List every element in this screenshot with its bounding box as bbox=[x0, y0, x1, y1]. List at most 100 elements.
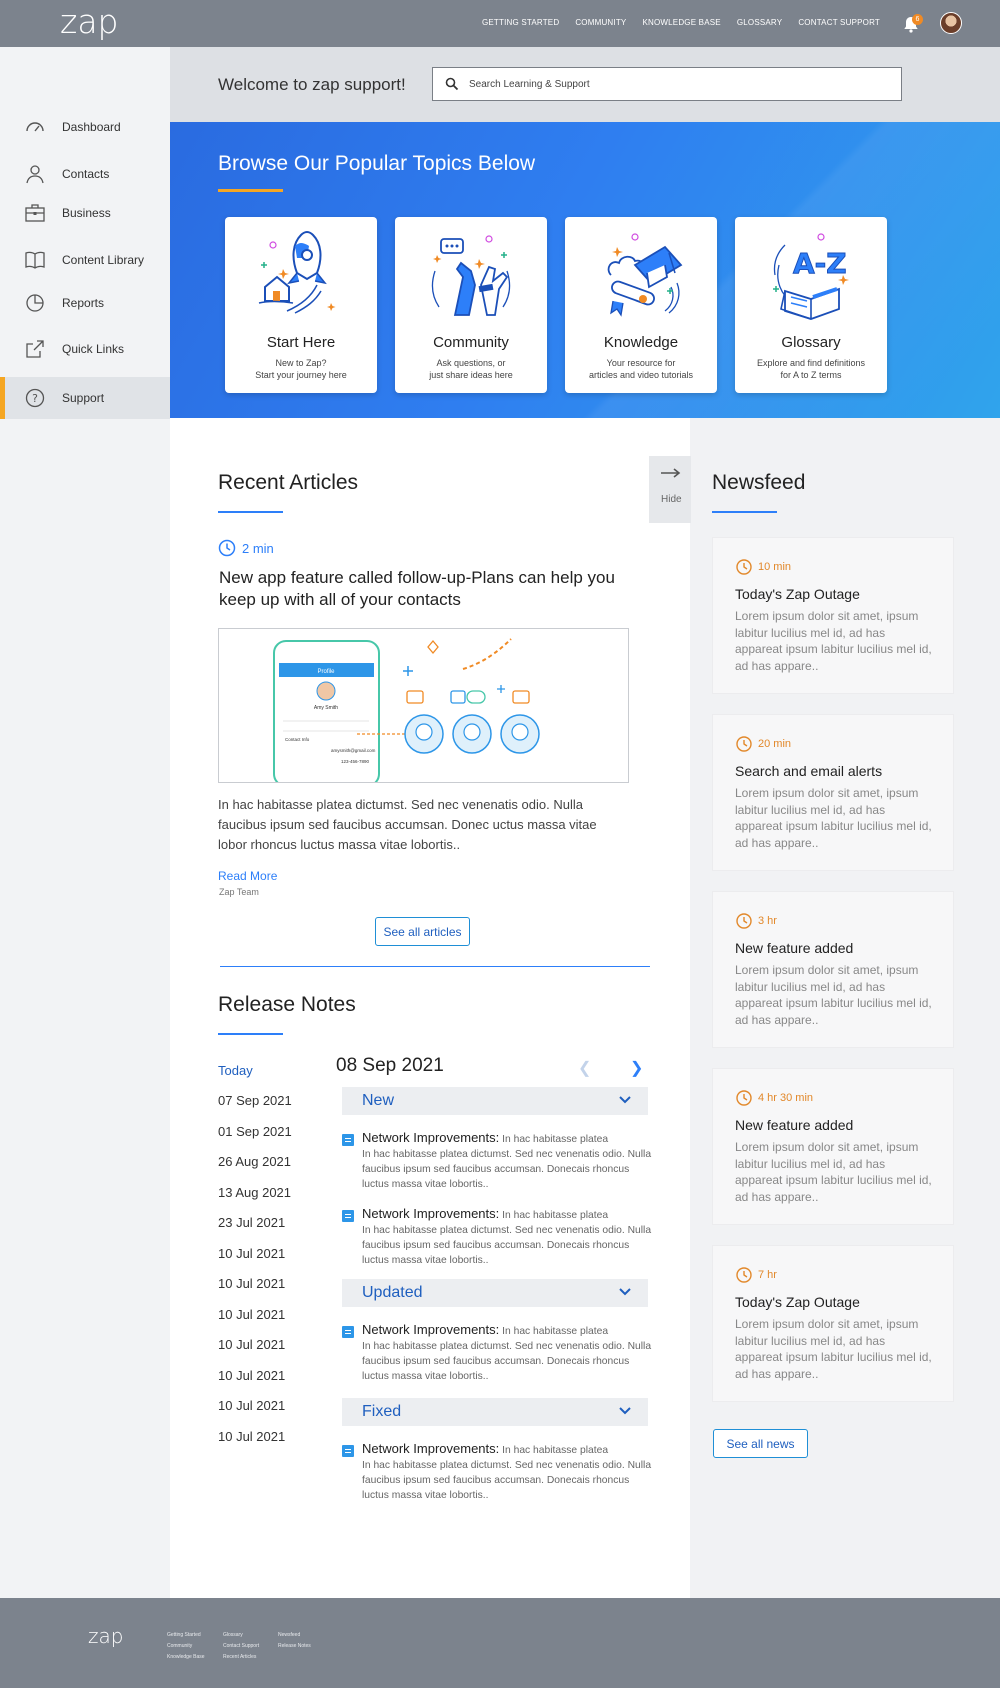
topic-cards: Start Here New to Zap? Start your journe… bbox=[225, 217, 887, 393]
zap-logo[interactable]: zap bbox=[60, 2, 119, 41]
footer-link[interactable]: Getting Started bbox=[167, 1630, 205, 1641]
date-item-today[interactable]: Today bbox=[218, 1063, 253, 1078]
newsfeed-panel: Newsfeed 10 min Today's Zap Outage Lorem… bbox=[690, 418, 1000, 1598]
release-section-updated[interactable]: Updated bbox=[342, 1279, 648, 1307]
note-lead: In hac habitasse platea bbox=[502, 1326, 609, 1337]
card-title: Glossary bbox=[781, 334, 841, 351]
card-title: Community bbox=[433, 334, 509, 351]
release-section-new[interactable]: New bbox=[342, 1087, 648, 1115]
footer-link[interactable]: Newsfeed bbox=[278, 1630, 311, 1641]
article-time-text: 2 min bbox=[242, 540, 274, 556]
notification-badge: 6 bbox=[912, 14, 923, 25]
sidebar-item-dashboard[interactable]: Dashboard bbox=[0, 107, 170, 147]
a-z-book-icon: A-Z bbox=[773, 233, 849, 320]
sidebar-item-label: Reports bbox=[62, 296, 105, 310]
footer-link[interactable]: Knowledge Base bbox=[167, 1652, 205, 1663]
sidebar-item-label: Business bbox=[62, 206, 111, 220]
card-title: Start Here bbox=[266, 334, 336, 351]
sidebar-item-label: Contacts bbox=[62, 167, 110, 181]
note-title: Network Improvements: bbox=[362, 1441, 500, 1456]
note-lead: In hac habitasse platea bbox=[502, 1134, 609, 1145]
note-title: Network Improvements: bbox=[362, 1206, 500, 1221]
release-current-date: 08 Sep 2021 bbox=[336, 1055, 444, 1076]
hide-newsfeed-toggle[interactable]: Hide bbox=[649, 456, 691, 523]
document-icon bbox=[342, 1210, 354, 1222]
recent-articles-heading: Recent Articles bbox=[218, 471, 359, 494]
nav-community[interactable]: COMMUNITY bbox=[575, 18, 626, 27]
news-card[interactable]: 20 min Search and email alerts Lorem ips… bbox=[712, 714, 954, 871]
sidebar-item-content-library[interactable]: Content Library bbox=[0, 240, 170, 280]
date-item[interactable]: 10 Jul 2021 bbox=[218, 1368, 285, 1383]
nav-contact-support[interactable]: CONTACT SUPPORT bbox=[798, 18, 880, 27]
news-time: 10 min bbox=[735, 558, 791, 576]
footer-link[interactable]: Contact Support bbox=[223, 1641, 259, 1652]
topic-card-knowledge[interactable]: Knowledge Your resource for articles and… bbox=[565, 217, 717, 393]
article-title[interactable]: New app feature called follow-up-Plans c… bbox=[219, 567, 619, 611]
clock-icon bbox=[736, 913, 752, 929]
footer-logo[interactable]: zap bbox=[88, 1624, 123, 1648]
sidebar-item-label: Content Library bbox=[62, 253, 145, 267]
clock-icon bbox=[736, 736, 752, 752]
footer-link[interactable]: Release Notes bbox=[278, 1641, 311, 1652]
read-more-link[interactable]: Read More bbox=[218, 869, 277, 883]
topic-card-start-here[interactable]: Start Here New to Zap? Start your journe… bbox=[225, 217, 377, 393]
date-item[interactable]: 01 Sep 2021 bbox=[218, 1124, 292, 1139]
news-card[interactable]: 4 hr 30 min New feature added Lorem ipsu… bbox=[712, 1068, 954, 1225]
date-item[interactable]: 23 Jul 2021 bbox=[218, 1215, 285, 1230]
sidebar: Dashboard Contacts Business Content Libr… bbox=[0, 47, 170, 1598]
date-item[interactable]: 10 Jul 2021 bbox=[218, 1398, 285, 1413]
chevron-left-icon[interactable]: ❮ bbox=[578, 1058, 591, 1078]
sidebar-item-contacts[interactable]: Contacts bbox=[0, 154, 170, 194]
footer-link[interactable]: Community bbox=[167, 1641, 205, 1652]
date-item[interactable]: 10 Jul 2021 bbox=[218, 1337, 285, 1352]
date-item[interactable]: 10 Jul 2021 bbox=[218, 1429, 285, 1444]
sidebar-item-support[interactable]: ? Support bbox=[0, 377, 170, 419]
date-item[interactable]: 10 Jul 2021 bbox=[218, 1276, 285, 1291]
news-time: 7 hr bbox=[735, 1266, 777, 1284]
section-divider bbox=[220, 966, 650, 967]
article-author: Zap Team bbox=[219, 887, 259, 897]
news-card[interactable]: 3 hr New feature added Lorem ipsum dolor… bbox=[712, 891, 954, 1048]
see-all-news-button[interactable]: See all news bbox=[713, 1429, 808, 1458]
search-input[interactable] bbox=[469, 78, 889, 90]
date-item[interactable]: 10 Jul 2021 bbox=[218, 1246, 285, 1261]
book-icon bbox=[25, 251, 45, 269]
topic-card-community[interactable]: Community Ask questions, or just share i… bbox=[395, 217, 547, 393]
chevron-right-icon[interactable]: ❯ bbox=[630, 1058, 643, 1078]
chevron-down-icon bbox=[619, 1407, 631, 1415]
sidebar-item-reports[interactable]: Reports bbox=[0, 283, 170, 323]
sidebar-item-label: Support bbox=[62, 391, 105, 405]
news-body: Lorem ipsum dolor sit amet, ipsum labitu… bbox=[735, 1317, 932, 1381]
see-all-articles-button[interactable]: See all articles bbox=[375, 917, 470, 946]
nav-getting-started[interactable]: GETTING STARTED bbox=[482, 18, 559, 27]
note-title: Network Improvements: bbox=[362, 1130, 500, 1145]
profile-label: Profile bbox=[317, 669, 335, 675]
news-body: Lorem ipsum dolor sit amet, ipsum labitu… bbox=[735, 609, 932, 673]
search-box[interactable] bbox=[432, 67, 902, 101]
date-item[interactable]: 26 Aug 2021 bbox=[218, 1154, 291, 1169]
article-image: Profile Amy Smith Contact Info amysmith@… bbox=[218, 628, 629, 787]
sidebar-item-business[interactable]: Business bbox=[0, 193, 170, 233]
sidebar-item-quick-links[interactable]: Quick Links bbox=[0, 329, 170, 369]
release-section-fixed[interactable]: Fixed bbox=[342, 1398, 648, 1426]
user-avatar[interactable] bbox=[940, 12, 962, 34]
footer-links-col-2: Glossary Contact Support Recent Articles bbox=[223, 1630, 259, 1663]
footer-link[interactable]: Recent Articles bbox=[223, 1652, 259, 1663]
card-title: Knowledge bbox=[603, 334, 679, 351]
news-card[interactable]: 10 min Today's Zap Outage Lorem ipsum do… bbox=[712, 537, 954, 694]
svg-text:A-Z: A-Z bbox=[793, 247, 847, 280]
news-card[interactable]: 7 hr Today's Zap Outage Lorem ipsum dolo… bbox=[712, 1245, 954, 1402]
nav-glossary[interactable]: GLOSSARY bbox=[737, 18, 782, 27]
topic-card-glossary[interactable]: A-Z Glossary Explore and find definition… bbox=[735, 217, 887, 393]
date-item[interactable]: 07 Sep 2021 bbox=[218, 1093, 292, 1108]
top-bar: zap GETTING STARTED COMMUNITY KNOWLEDGE … bbox=[0, 0, 1000, 47]
nav-knowledge-base[interactable]: KNOWLEDGE BASE bbox=[642, 18, 720, 27]
date-item[interactable]: 10 Jul 2021 bbox=[218, 1307, 285, 1322]
heading-underline bbox=[218, 511, 283, 513]
section-label: Fixed bbox=[362, 1403, 402, 1420]
footer-link[interactable]: Glossary bbox=[223, 1630, 259, 1641]
date-item[interactable]: 13 Aug 2021 bbox=[218, 1185, 291, 1200]
top-nav: GETTING STARTED COMMUNITY KNOWLEDGE BASE… bbox=[466, 18, 880, 27]
news-title: Search and email alerts bbox=[735, 763, 883, 779]
sidebar-item-label: Dashboard bbox=[62, 120, 121, 134]
